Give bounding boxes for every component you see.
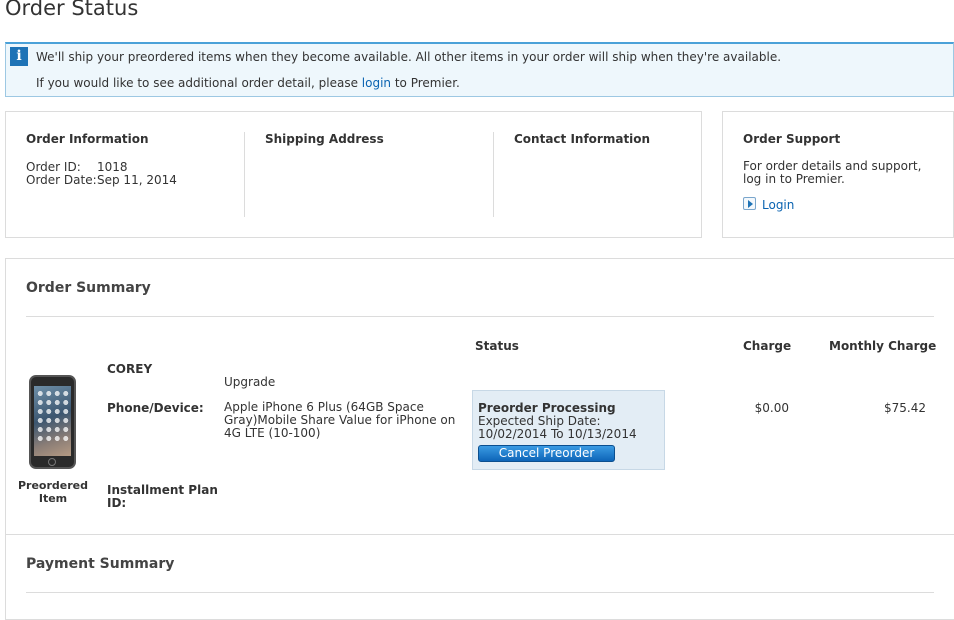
divider: [26, 316, 934, 317]
order-support-heading: Order Support: [743, 132, 841, 146]
expected-ship-label: Expected Ship Date:: [478, 414, 601, 428]
status-column-header: Status: [475, 339, 519, 353]
order-id-label: Order ID:: [26, 160, 81, 174]
status-title: Preorder Processing: [478, 401, 616, 415]
order-details-panel: Order Information Order ID: 1018 Order D…: [5, 111, 702, 238]
divider: [26, 592, 934, 593]
order-support-text: For order details and support, log in to…: [743, 159, 922, 186]
notice-line-1: We'll ship your preordered items when th…: [36, 50, 782, 64]
payment-summary-heading: Payment Summary: [26, 556, 175, 572]
contact-information-heading: Contact Information: [514, 132, 651, 146]
play-arrow-icon: [743, 197, 756, 210]
order-type: Upgrade: [224, 375, 276, 389]
page-title: Order Status: [5, 0, 139, 20]
order-support-panel: Order Support For order details and supp…: [722, 111, 954, 238]
order-summary-heading: Order Summary: [26, 280, 151, 296]
order-id-value: 1018: [97, 160, 128, 174]
iphone-product-image: [29, 375, 76, 469]
order-date-value: Sep 11, 2014: [97, 173, 177, 187]
preordered-item-caption: Preordered Item: [17, 479, 89, 505]
installment-plan-label: Installment Plan ID:: [107, 483, 218, 510]
status-panel: Preorder Processing Expected Ship Date: …: [472, 390, 665, 470]
cancel-preorder-button[interactable]: Cancel Preorder: [478, 445, 615, 462]
monthly-charge-column-header: Monthly Charge: [829, 339, 937, 353]
support-login-link[interactable]: Login: [762, 198, 794, 212]
order-information-heading: Order Information: [26, 132, 149, 146]
expected-ship-range: 10/02/2014 To 10/13/2014: [478, 427, 637, 441]
info-icon: i: [10, 47, 28, 66]
shipping-address-heading: Shipping Address: [265, 132, 384, 146]
notice-banner: i We'll ship your preordered items when …: [5, 42, 954, 97]
phone-device-label: Phone/Device:: [107, 401, 204, 415]
notice-login-link[interactable]: login: [362, 76, 391, 90]
notice-line-2: If you would like to see additional orde…: [36, 76, 460, 90]
divider: [6, 534, 954, 535]
monthly-charge-value: $75.42: [884, 401, 926, 415]
column-divider: [244, 132, 245, 217]
charge-value: $0.00: [754, 401, 789, 415]
notice-text: If you would like to see additional orde…: [36, 76, 358, 90]
order-date-label: Order Date:: [26, 173, 97, 187]
notice-text-end: to Premier.: [394, 76, 460, 90]
column-divider: [493, 132, 494, 217]
phone-device-value: Apple iPhone 6 Plus (64GB Space Gray)Mob…: [224, 400, 456, 440]
charge-column-header: Charge: [743, 339, 792, 353]
subscriber-name: COREY: [107, 362, 153, 376]
